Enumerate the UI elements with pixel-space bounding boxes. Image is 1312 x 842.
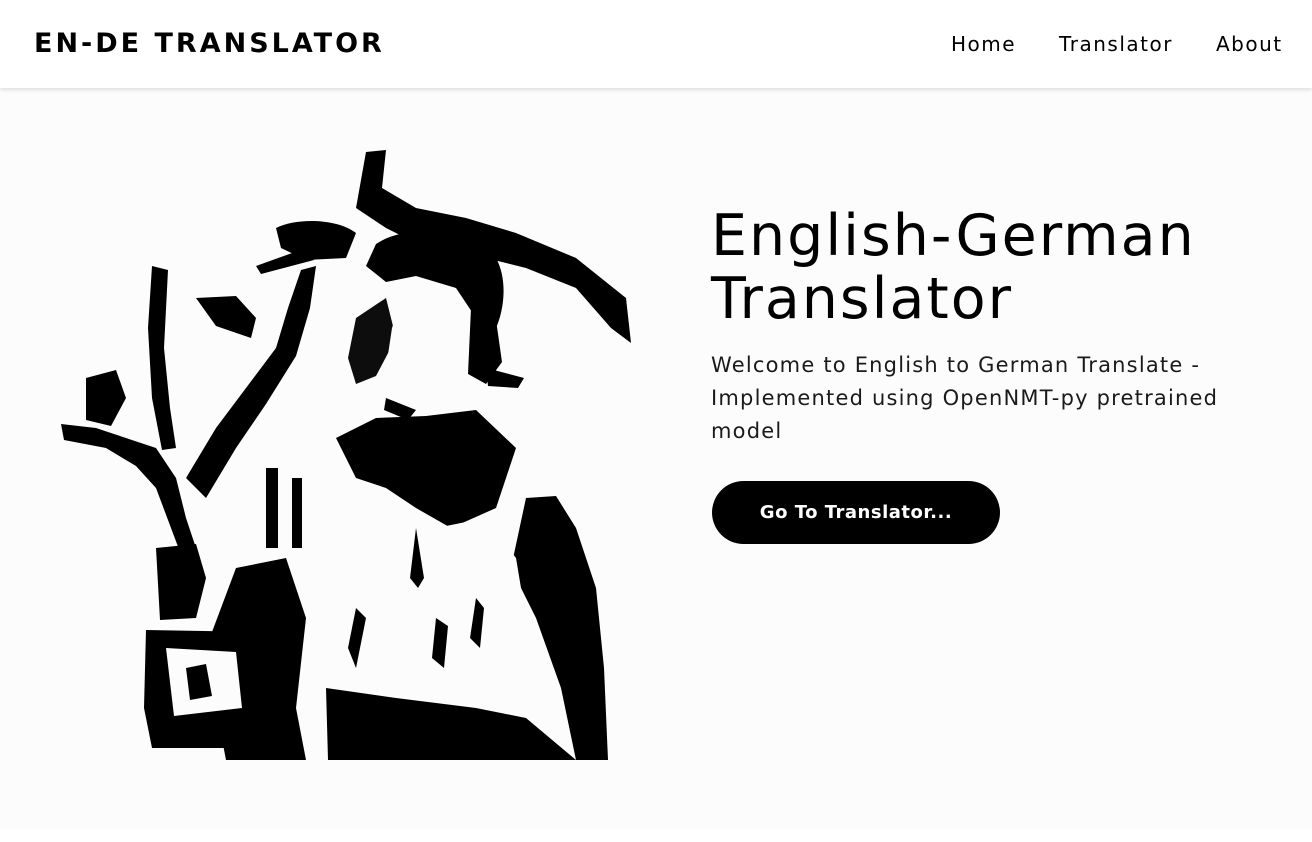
hero-subtitle: Welcome to English to German Translate -…	[711, 353, 1219, 443]
nav-link-translator[interactable]: Translator	[1059, 31, 1173, 57]
nav-link-about[interactable]: About	[1216, 31, 1283, 57]
navbar: EN-DE TRANSLATOR Home Translator About	[0, 0, 1312, 88]
nav-link-home[interactable]: Home	[951, 31, 1016, 57]
go-to-translator-button[interactable]: Go To Translator...	[712, 481, 1000, 544]
brand-logo-text[interactable]: EN-DE TRANSLATOR	[34, 27, 385, 61]
hero-text-block: English-German Translator Welcome to Eng…	[711, 205, 1271, 448]
hero-title-line-2: Translator	[711, 266, 1014, 332]
footer-strip	[0, 829, 1312, 842]
hero-title-line-1: English-German	[711, 203, 1196, 269]
hero-title: English-German Translator	[711, 205, 1271, 331]
hero-illustration	[61, 150, 631, 760]
